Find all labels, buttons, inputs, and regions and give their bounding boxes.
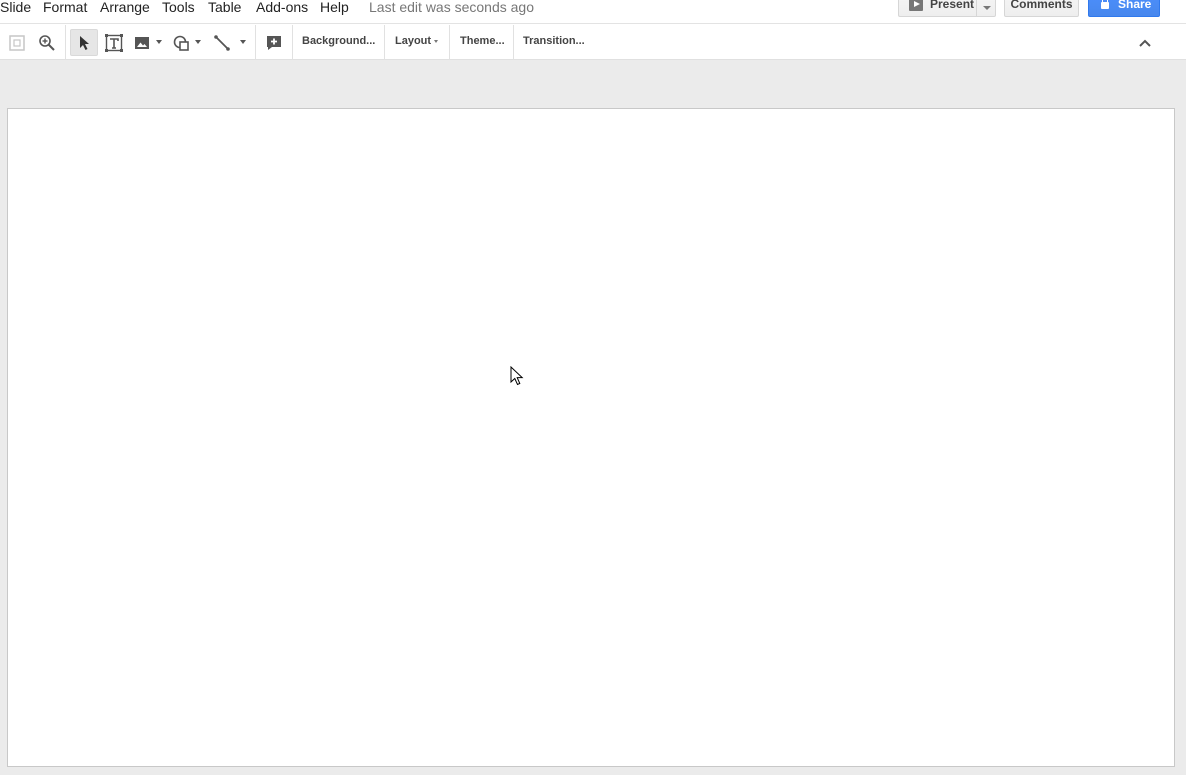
share-label: Share [1118, 0, 1152, 11]
toolbar-separator [513, 25, 514, 60]
shape-dropdown-caret[interactable] [195, 40, 201, 44]
background-button[interactable]: Background... [302, 24, 375, 59]
menu-addons[interactable]: Add-ons [256, 0, 308, 16]
toolbar-separator [292, 25, 293, 60]
toolbar-separator [449, 25, 450, 60]
new-comment-icon[interactable] [260, 29, 288, 56]
line-icon[interactable] [208, 29, 236, 56]
layout-label: Layout [395, 35, 432, 47]
menu-table[interactable]: Table [208, 0, 241, 16]
menu-format[interactable]: Format [43, 0, 87, 16]
share-button[interactable]: Share [1088, 0, 1160, 17]
slide-canvas-area[interactable] [0, 60, 1186, 775]
present-button-group: Present [898, 0, 996, 17]
toolbar-separator [384, 25, 385, 60]
last-edit-status[interactable]: Last edit was seconds ago [369, 0, 534, 16]
toolbar-separator [65, 25, 66, 60]
image-dropdown-caret[interactable] [156, 40, 162, 44]
select-pointer-icon[interactable] [70, 29, 98, 56]
collapse-chevron-icon[interactable] [1131, 29, 1159, 56]
shape-icon[interactable] [167, 29, 195, 56]
slide[interactable] [7, 108, 1175, 767]
zoom-icon[interactable] [33, 29, 61, 56]
toolbar-separator [255, 25, 256, 60]
transition-button[interactable]: Transition... [523, 24, 585, 59]
fit-zoom-icon[interactable] [3, 29, 31, 56]
comments-label: Comments [1010, 0, 1073, 11]
toolbar: Background... Layout Theme... Transition… [0, 23, 1186, 60]
present-label: Present [930, 0, 975, 11]
present-dropdown-button[interactable] [976, 0, 996, 17]
lock-icon [1101, 0, 1109, 9]
line-dropdown-caret[interactable] [240, 40, 246, 44]
mouse-cursor-icon [510, 366, 524, 386]
theme-button[interactable]: Theme... [460, 24, 505, 59]
layout-button[interactable]: Layout [395, 24, 439, 59]
play-icon [909, 0, 923, 11]
menu-help[interactable]: Help [320, 0, 349, 16]
menu-slide[interactable]: Slide [0, 0, 31, 16]
layout-dropdown-caret [434, 39, 439, 43]
menu-arrange[interactable]: Arrange [100, 0, 150, 16]
menu-bar: Slide Format Arrange Tools Table Add-ons… [0, 0, 1186, 23]
menu-tools[interactable]: Tools [162, 0, 195, 16]
text-box-icon[interactable] [100, 29, 128, 56]
comments-button[interactable]: Comments [1004, 0, 1079, 17]
image-icon[interactable] [128, 29, 156, 56]
present-button[interactable]: Present [898, 0, 976, 17]
